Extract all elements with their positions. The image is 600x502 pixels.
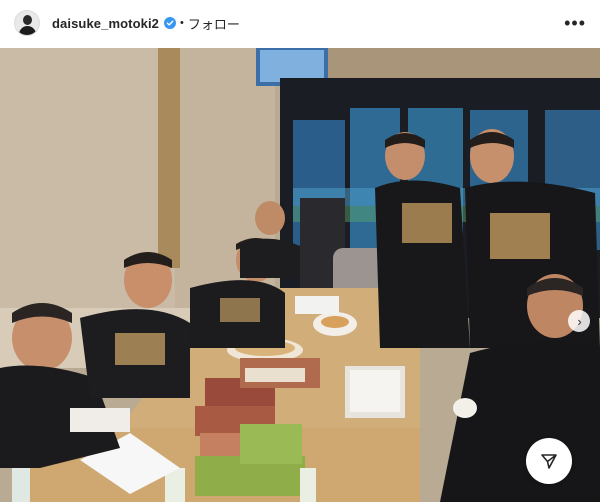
photo-illustration	[0, 48, 600, 502]
next-image-button[interactable]: ›	[568, 310, 590, 332]
share-button[interactable]	[526, 438, 572, 484]
avatar-icon[interactable]	[14, 10, 40, 36]
separator-dot: •	[180, 17, 184, 29]
instagram-post: daisuke_motoki2 • フォロー ••• ›	[0, 0, 600, 502]
share-icon	[541, 454, 557, 469]
post-photo[interactable]: ›	[0, 48, 600, 502]
follow-button[interactable]: フォロー	[188, 14, 240, 33]
verified-badge-icon	[164, 17, 176, 29]
chevron-right-icon: ›	[577, 313, 582, 329]
post-header: daisuke_motoki2 • フォロー •••	[0, 0, 600, 46]
username-link[interactable]: daisuke_motoki2	[52, 16, 159, 31]
more-options-icon[interactable]: •••	[564, 14, 586, 32]
